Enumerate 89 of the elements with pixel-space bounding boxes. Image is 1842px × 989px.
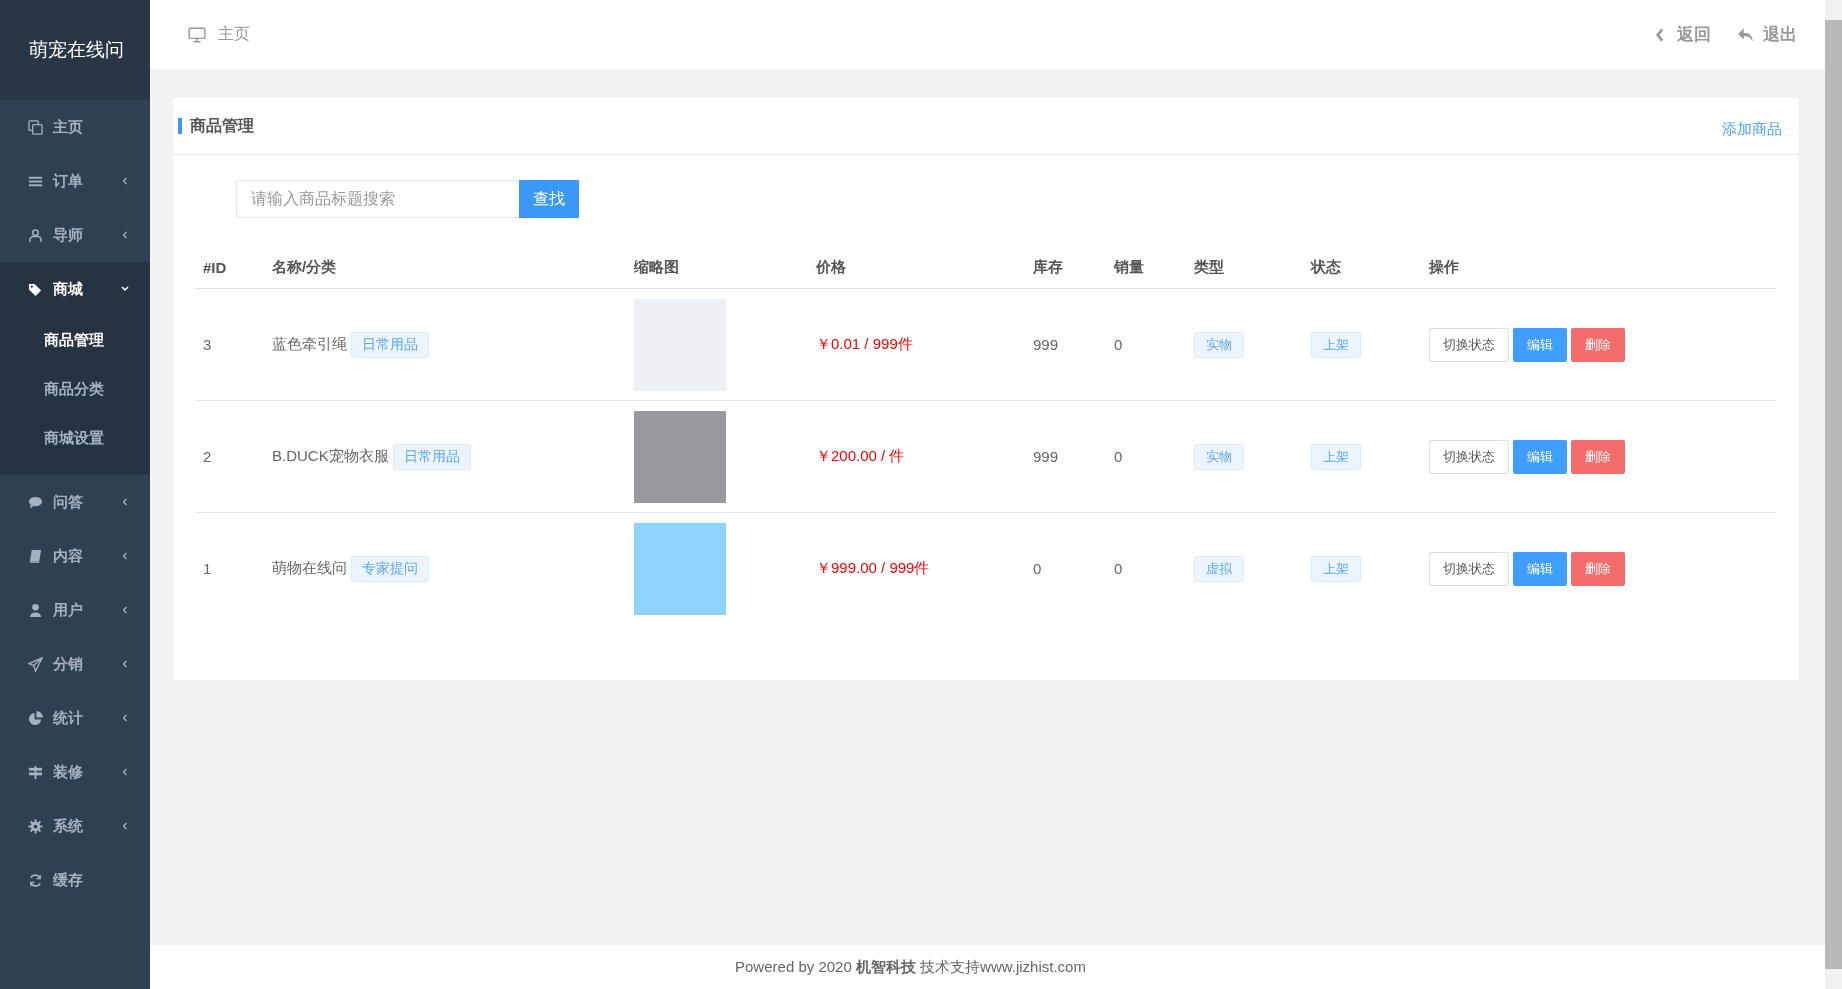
type-tag: 虚拟 [1194, 555, 1244, 582]
column-header: 缩略图 [634, 257, 679, 275]
tag-icon [28, 281, 43, 297]
sidebar-item[interactable]: 订单 [0, 154, 150, 208]
price-text: ￥999.00 / 999件 [816, 559, 930, 576]
table-cell: 1 [203, 560, 212, 577]
sidebar-item[interactable]: 导师 [0, 208, 150, 262]
table-cell: 3 [203, 336, 212, 353]
chevron-left-icon [120, 821, 130, 831]
chevron-left-icon [120, 605, 130, 615]
user-icon [28, 227, 43, 243]
monitor-icon [188, 25, 206, 44]
product-name: B.DUCK宠物衣服 [272, 446, 389, 464]
table-cell: 2 [203, 448, 212, 465]
table-cell: 0 [1114, 448, 1123, 465]
toggle-button[interactable]: 切换状态 [1429, 551, 1509, 586]
back-link[interactable]: 返回 [1677, 23, 1711, 46]
toggle-button[interactable]: 切换状态 [1429, 439, 1509, 474]
chevron-left-icon [120, 230, 130, 240]
refresh-icon [28, 872, 43, 888]
sidebar-item[interactable]: 问答 [0, 475, 150, 529]
delete-button[interactable]: 删除 [1571, 327, 1625, 362]
column-header: #ID [203, 258, 227, 276]
sidebar-item[interactable]: 统计 [0, 691, 150, 745]
table-cell: 0 [1114, 336, 1123, 353]
chevron-left-icon [120, 497, 130, 507]
column-header: 状态 [1311, 257, 1341, 275]
sidebar-subitem[interactable]: 商品分类 [0, 365, 150, 414]
gear-icon [28, 818, 43, 834]
chevron-left-icon [120, 659, 130, 669]
chat-icon [28, 494, 43, 510]
pie-icon [28, 710, 43, 726]
type-tag: 实物 [1194, 443, 1244, 470]
sidebar-item[interactable]: 内容 [0, 529, 150, 583]
category-tag: 日常用品 [392, 443, 471, 470]
sidebar-item[interactable]: 分销 [0, 637, 150, 691]
table-cell: 999 [1033, 336, 1059, 353]
category-tag: 日常用品 [351, 331, 429, 358]
book-icon [28, 548, 43, 564]
category-tag: 专家提问 [351, 555, 429, 582]
chevron-down-icon [120, 284, 130, 294]
sidebar-item[interactable]: 缓存 [0, 853, 150, 907]
sidebar-subitem[interactable]: 商品管理 [0, 316, 150, 365]
column-header: 类型 [1194, 257, 1224, 275]
sidebar-item[interactable]: 用户 [0, 583, 150, 637]
search-button[interactable]: 查找 [519, 180, 579, 218]
table-cell: 999 [1033, 448, 1059, 465]
delete-button[interactable]: 删除 [1571, 439, 1625, 474]
status-tag: 上架 [1311, 331, 1361, 358]
column-header: 库存 [1033, 257, 1063, 275]
sidebar-item[interactable]: 主页 [0, 100, 150, 154]
chevron-left-icon [120, 767, 130, 777]
search-field[interactable]: 请输入商品标题搜索 [236, 180, 519, 218]
app-logo-text: 萌宠在线问 [0, 0, 150, 100]
sidebar-item[interactable]: 商城 [0, 262, 150, 316]
person-icon [28, 602, 43, 618]
type-tag: 实物 [1194, 331, 1244, 358]
table-cell: 0 [1033, 560, 1042, 577]
status-tag: 上架 [1311, 555, 1361, 582]
chevron-left-icon [120, 176, 130, 186]
chevron-left-icon [120, 713, 130, 723]
copy-icon [28, 119, 43, 135]
price-text: ￥0.01 / 999件 [816, 335, 913, 352]
edit-button[interactable]: 编辑 [1513, 327, 1567, 362]
add-product-link[interactable]: 添加商品 [1722, 119, 1782, 139]
panel-title: 商品管理 [178, 118, 254, 134]
table-cell: 0 [1114, 560, 1123, 577]
product-name: 萌物在线问 [272, 558, 347, 576]
sidebar-item[interactable]: 装修 [0, 745, 150, 799]
logout-link[interactable]: 退出 [1763, 23, 1797, 46]
sidebar-item[interactable]: 系统 [0, 799, 150, 853]
sidebar-subitem[interactable]: 商城设置 [0, 414, 150, 463]
edit-button[interactable]: 编辑 [1513, 551, 1567, 586]
column-header: 价格 [816, 257, 846, 275]
price-text: ￥200.00 / 件 [816, 447, 905, 464]
delete-button[interactable]: 删除 [1571, 551, 1625, 586]
product-name: 蓝色牵引绳 [272, 334, 347, 352]
footer-text: Powered by 2020 机智科技 技术支持www.jizhist.com [735, 957, 1086, 977]
breadcrumb-link[interactable]: 主页 [218, 24, 250, 45]
chevron-left-icon [120, 551, 130, 561]
toggle-button[interactable]: 切换状态 [1429, 327, 1509, 362]
column-header: 名称/分类 [272, 257, 337, 275]
sign-icon [28, 764, 43, 780]
column-header: 操作 [1429, 257, 1459, 275]
column-header: 销量 [1114, 257, 1144, 275]
plane-icon [28, 656, 43, 672]
edit-button[interactable]: 编辑 [1513, 439, 1567, 474]
status-tag: 上架 [1311, 443, 1361, 470]
scrollbar[interactable] [1825, 0, 1842, 989]
